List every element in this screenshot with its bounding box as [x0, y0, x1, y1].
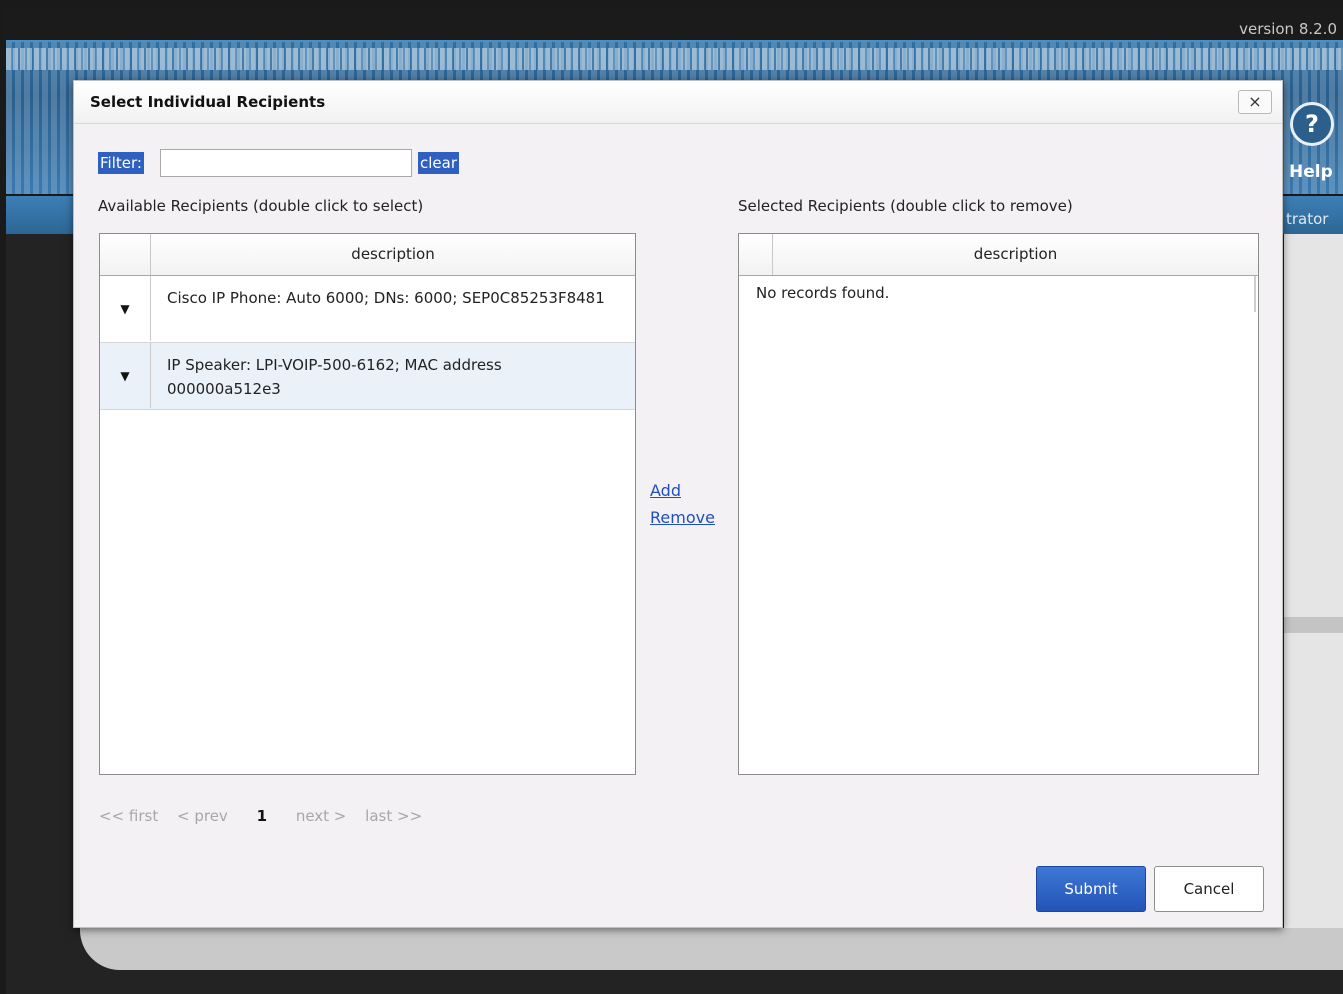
- grid-header: description: [100, 234, 635, 276]
- grid-header: description: [739, 234, 1258, 276]
- current-page: 1: [256, 807, 268, 825]
- nav-partial-label[interactable]: trator: [1286, 210, 1328, 228]
- filter-input[interactable]: [160, 149, 412, 177]
- help-icon[interactable]: ?: [1290, 102, 1334, 146]
- version-label: version 8.2.0: [1239, 20, 1337, 38]
- right-column-divider: [1284, 617, 1343, 633]
- selected-recipients-grid: description No records found.: [738, 233, 1259, 775]
- select-recipients-dialog: Select Individual Recipients × Filter: c…: [73, 80, 1283, 928]
- remove-link[interactable]: Remove: [650, 508, 715, 527]
- add-link[interactable]: Add: [650, 481, 681, 500]
- expand-column-header: [739, 234, 773, 275]
- recipient-description[interactable]: Cisco IP Phone: Auto 6000; DNs: 6000; SE…: [167, 286, 619, 310]
- dialog-header: Select Individual Recipients ×: [74, 81, 1282, 124]
- empty-state-text: No records found.: [756, 284, 890, 302]
- bottom-panel: [80, 928, 1343, 970]
- prev-page-link[interactable]: < prev: [177, 807, 228, 825]
- right-column-background: [1284, 234, 1343, 928]
- recipient-description[interactable]: IP Speaker: LPI-VOIP-500-6162; MAC addre…: [167, 353, 619, 401]
- clear-filter-link[interactable]: clear: [418, 152, 460, 174]
- description-column-header[interactable]: description: [151, 234, 635, 275]
- available-recipients-label: Available Recipients (double click to se…: [98, 197, 424, 215]
- table-row[interactable]: ▼ Cisco IP Phone: Auto 6000; DNs: 6000; …: [100, 276, 635, 343]
- top-bar: version 8.2.0: [6, 8, 1343, 42]
- filter-label: Filter:: [98, 152, 144, 174]
- expand-arrow-icon[interactable]: ▼: [100, 343, 151, 408]
- dialog-title: Select Individual Recipients: [90, 93, 326, 111]
- first-page-link[interactable]: << first: [99, 807, 158, 825]
- available-recipients-grid: description ▼ Cisco IP Phone: Auto 6000;…: [99, 233, 636, 775]
- submit-button[interactable]: Submit: [1036, 866, 1146, 912]
- scrollbar[interactable]: [1254, 276, 1256, 312]
- last-page-link[interactable]: last >>: [365, 807, 422, 825]
- next-page-link[interactable]: next >: [296, 807, 347, 825]
- banner-pattern: [6, 48, 1343, 70]
- table-row[interactable]: ▼ IP Speaker: LPI-VOIP-500-6162; MAC add…: [100, 343, 635, 410]
- help-label[interactable]: Help: [1289, 162, 1333, 182]
- pagination: << first < prev 1 next > last >>: [99, 807, 436, 825]
- expand-column-header: [100, 234, 151, 275]
- cancel-button[interactable]: Cancel: [1154, 866, 1264, 912]
- description-column-header[interactable]: description: [773, 234, 1258, 275]
- close-button[interactable]: ×: [1238, 90, 1272, 114]
- selected-recipients-label: Selected Recipients (double click to rem…: [738, 197, 1073, 215]
- expand-arrow-icon[interactable]: ▼: [100, 276, 151, 341]
